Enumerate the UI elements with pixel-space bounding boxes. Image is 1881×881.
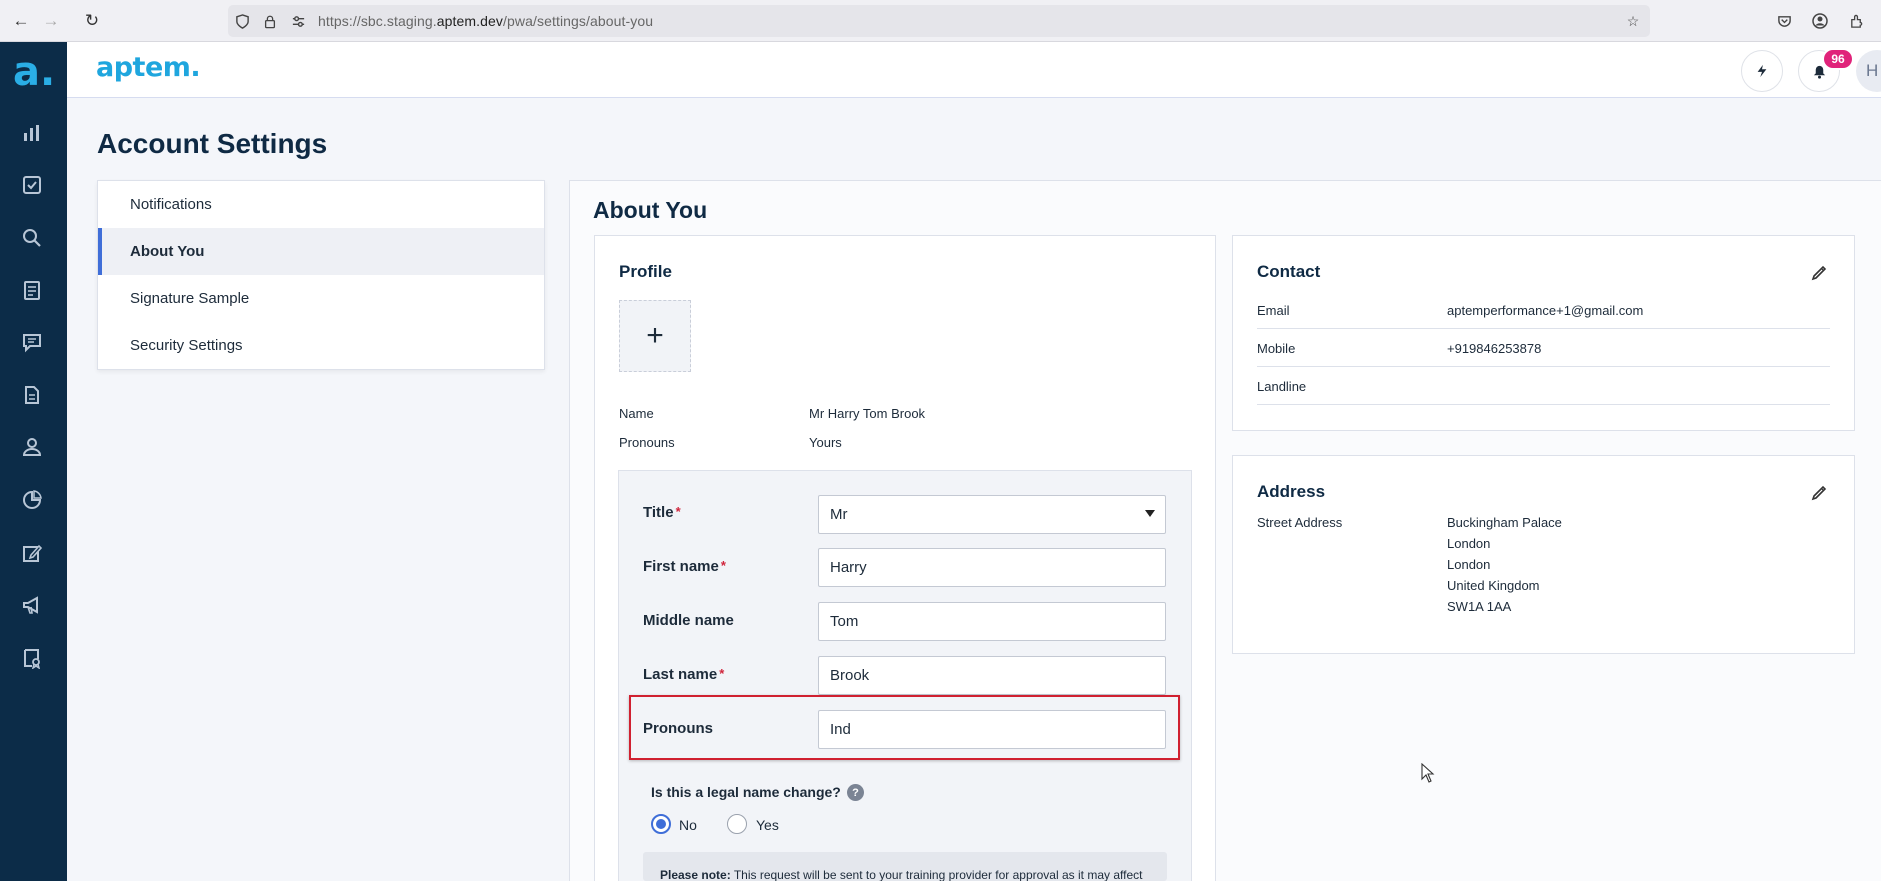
lightning-icon xyxy=(1757,64,1767,78)
first-name-input[interactable]: Harry xyxy=(818,548,1166,587)
street-address-label: Street Address xyxy=(1257,515,1343,530)
required-mark: * xyxy=(720,558,726,573)
contact-card xyxy=(1232,235,1855,431)
notification-count-badge: 96 xyxy=(1822,48,1854,70)
pronouns-input[interactable]: Ind xyxy=(818,710,1166,749)
side-menu-item-notifications[interactable]: Notifications xyxy=(98,181,544,228)
last-name-label: Last name * xyxy=(643,666,725,683)
title-select[interactable]: Mr xyxy=(818,495,1166,534)
clipboard-icon[interactable] xyxy=(18,276,46,304)
address-line: London xyxy=(1447,536,1491,551)
legal-change-no-label[interactable]: No xyxy=(679,817,697,833)
brand-logo[interactable]: aptem. xyxy=(96,52,201,83)
left-nav-rail: a. xyxy=(0,42,67,881)
certificate-icon[interactable] xyxy=(18,644,46,672)
chat-icon[interactable] xyxy=(18,328,46,356)
mobile-label: Mobile xyxy=(1257,341,1296,356)
address-title: Address xyxy=(1257,482,1326,501)
address-card xyxy=(1232,455,1855,654)
required-mark: * xyxy=(675,504,681,519)
document-icon[interactable] xyxy=(18,381,46,409)
address-line: SW1A 1AA xyxy=(1447,599,1512,614)
lightning-button[interactable] xyxy=(1741,50,1783,92)
landline-label: Landline xyxy=(1257,379,1307,394)
middle-name-input[interactable]: Tom xyxy=(818,602,1166,641)
help-icon[interactable]: ? xyxy=(847,784,864,801)
name-label: Name xyxy=(619,406,654,421)
pencil-icon[interactable] xyxy=(1811,483,1829,501)
site-settings-icon[interactable] xyxy=(290,13,306,29)
pie-chart-icon[interactable] xyxy=(18,486,46,514)
logo-icon[interactable]: a. xyxy=(13,52,55,94)
side-menu-item-security-settings[interactable]: Security Settings xyxy=(98,322,544,369)
contact-title: Contact xyxy=(1257,262,1321,281)
lock-icon xyxy=(262,13,278,29)
legal-name-change-question: Is this a legal name change? xyxy=(651,784,841,800)
legal-change-yes-label[interactable]: Yes xyxy=(756,817,779,833)
required-mark: * xyxy=(719,666,725,681)
shield-icon xyxy=(234,13,250,29)
person-icon[interactable] xyxy=(18,433,46,461)
browser-toolbar: ← → ↻ https://sbc.staging.aptem.dev/pwa/… xyxy=(0,0,1881,42)
address-line: London xyxy=(1447,557,1491,572)
settings-side-menu: Notifications About You Signature Sample… xyxy=(97,180,545,370)
pencil-icon[interactable] xyxy=(1811,263,1829,281)
address-bar[interactable]: https://sbc.staging.aptem.dev/pwa/settin… xyxy=(228,5,1650,37)
legal-change-yes-radio[interactable] xyxy=(727,814,747,834)
address-line: Buckingham Palace xyxy=(1447,515,1562,530)
page-title: Account Settings xyxy=(97,128,328,159)
add-photo-button[interactable]: + xyxy=(619,300,691,372)
mouse-cursor-icon xyxy=(1421,763,1435,783)
middle-name-label: Middle name xyxy=(643,612,734,629)
pronouns-label: Pronouns xyxy=(619,435,675,450)
plus-icon: + xyxy=(646,319,664,352)
divider xyxy=(1257,328,1830,329)
section-title: About You xyxy=(593,197,708,223)
title-field-label: Title * xyxy=(643,504,681,521)
side-menu-item-signature-sample[interactable]: Signature Sample xyxy=(98,275,544,322)
top-header: aptem. 96 HE xyxy=(67,42,1881,98)
pronouns-value: Yours xyxy=(809,435,842,450)
name-value: Mr Harry Tom Brook xyxy=(809,406,926,421)
profile-title: Profile xyxy=(619,262,672,281)
chevron-down-icon xyxy=(1145,510,1155,517)
megaphone-icon[interactable] xyxy=(18,591,46,619)
divider xyxy=(1257,404,1830,405)
legal-change-no-radio[interactable] xyxy=(651,814,671,834)
first-name-label: First name * xyxy=(643,558,726,575)
approval-note-text: Please note: This request will be sent t… xyxy=(660,868,1143,881)
search-icon[interactable] xyxy=(18,224,46,252)
account-icon[interactable] xyxy=(1810,11,1830,31)
edit-icon[interactable] xyxy=(18,539,46,567)
avatar[interactable]: HE xyxy=(1856,50,1881,92)
checkbox-icon[interactable] xyxy=(18,171,46,199)
address-line: United Kingdom xyxy=(1447,578,1540,593)
email-label: Email xyxy=(1257,303,1290,318)
url-text[interactable]: https://sbc.staging.aptem.dev/pwa/settin… xyxy=(318,13,653,29)
forward-icon[interactable]: → xyxy=(39,9,63,33)
reload-icon[interactable]: ↻ xyxy=(80,9,104,33)
pronouns-field-label: Pronouns xyxy=(643,720,713,737)
side-menu-item-about-you[interactable]: About You xyxy=(98,228,544,275)
chart-icon[interactable] xyxy=(18,119,46,147)
divider xyxy=(1257,366,1830,367)
last-name-input[interactable]: Brook xyxy=(818,656,1166,695)
email-value: aptemperformance+1@gmail.com xyxy=(1447,303,1644,318)
extensions-icon[interactable] xyxy=(1846,11,1866,31)
bookmark-star-icon[interactable]: ☆ xyxy=(1625,13,1641,29)
back-icon[interactable]: ← xyxy=(9,9,33,33)
mobile-value: +919846253878 xyxy=(1447,341,1542,356)
pocket-icon[interactable] xyxy=(1774,11,1794,31)
